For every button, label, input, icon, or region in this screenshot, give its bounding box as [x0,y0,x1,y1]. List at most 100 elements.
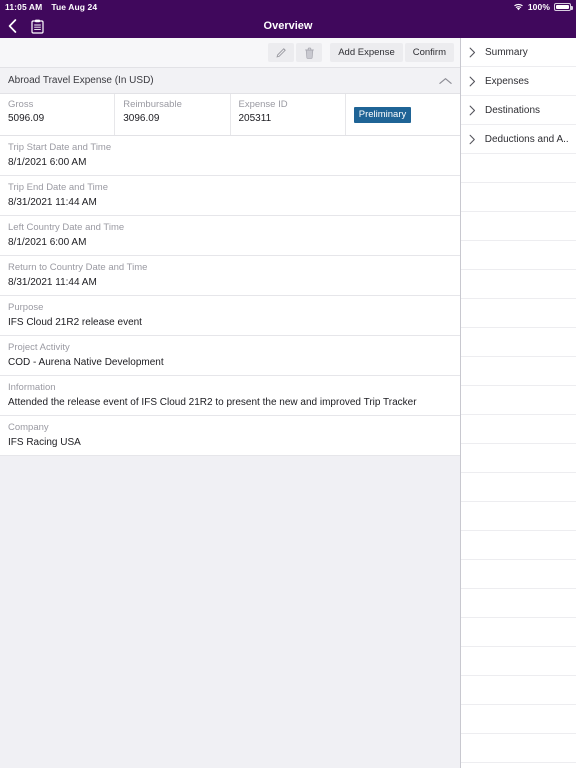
command-toolbar: Add Expense Confirm [0,38,460,68]
summary-value: 3096.09 [123,113,160,124]
field-label: Return to Country Date and Time [8,262,148,273]
status-bar-date: Tue Aug 24 [51,2,98,12]
field-purpose[interactable]: Purpose IFS Cloud 21R2 release event [0,296,460,336]
expense-card: Abroad Travel Expense (In USD) Gross 509… [0,68,460,456]
chevron-right-icon [469,105,476,115]
field-value: 8/31/2021 11:44 AM [8,197,97,208]
summary-cell-expense-id: Expense ID 205311 [231,94,346,135]
status-bar-time: 11:05 AM [5,2,43,12]
detail-sidebar: Summary Expenses Destinations Deductions… [461,38,576,768]
summary-cell-status: Preliminary [346,94,460,135]
sidebar-empty-row [461,473,576,502]
status-bar: 11:05 AM Tue Aug 24 100% [0,0,576,14]
expense-card-title: Abroad Travel Expense (In USD) [8,75,154,86]
field-value: 8/1/2021 6:00 AM [8,157,87,168]
sidebar-item-summary[interactable]: Summary [461,38,576,67]
sidebar-empty-row [461,386,576,415]
field-value: 8/31/2021 11:44 AM [8,277,97,288]
battery-full-icon [554,3,573,11]
sidebar-empty-row [461,241,576,270]
sidebar-empty-row [461,154,576,183]
nav-bar-left-actions [8,19,44,34]
add-expense-button[interactable]: Add Expense [330,43,403,62]
sidebar-item-expenses[interactable]: Expenses [461,67,576,96]
field-value: IFS Cloud 21R2 release event [8,317,142,328]
toolbar-button-group: Add Expense Confirm [330,43,454,62]
status-badge: Preliminary [353,106,412,123]
field-value: 8/1/2021 6:00 AM [8,237,87,248]
collapse-card-button[interactable] [439,77,452,85]
status-bar-indicators: 100% [513,2,573,12]
chevron-right-icon [469,134,475,144]
clipboard-list-icon [31,19,44,34]
sidebar-empty-row [461,270,576,299]
sidebar-empty-row [461,212,576,241]
summary-value: 5096.09 [8,113,45,124]
sidebar-item-label: Expenses [485,75,529,87]
sidebar-item-label: Deductions and A... [484,133,568,145]
sidebar-empty-row [461,560,576,589]
field-project-activity[interactable]: Project Activity COD - Aurena Native Dev… [0,336,460,376]
confirm-button[interactable]: Confirm [404,43,454,62]
field-label: Left Country Date and Time [8,222,125,233]
expense-card-header[interactable]: Abroad Travel Expense (In USD) [0,68,460,94]
page-title: Overview [263,20,313,32]
chevron-right-icon [469,47,476,57]
clipboard-button[interactable] [31,19,44,34]
delete-button[interactable] [296,43,323,62]
sidebar-item-label: Destinations [485,104,541,116]
chevron-up-icon [439,77,452,84]
trash-icon [304,47,314,59]
sidebar-item-deductions-and-allowances[interactable]: Deductions and A... [461,125,576,154]
field-value: Attended the release event of IFS Cloud … [8,397,417,408]
chevron-right-icon [469,76,476,86]
sidebar-empty-row [461,676,576,705]
summary-value: 205311 [238,113,272,124]
sidebar-empty-row [461,328,576,357]
sidebar-empty-row [461,183,576,212]
main-panel: Add Expense Confirm Abroad Travel Expens… [0,38,461,768]
sidebar-empty-row [461,415,576,444]
sidebar-empty-row [461,531,576,560]
nav-bar: Overview [0,14,576,38]
wifi-icon [513,3,523,11]
field-return-to-country[interactable]: Return to Country Date and Time 8/31/202… [0,256,460,296]
sidebar-item-destinations[interactable]: Destinations [461,96,576,125]
sidebar-empty-rows [461,154,576,763]
sidebar-empty-row [461,734,576,763]
field-trip-end[interactable]: Trip End Date and Time 8/31/2021 11:44 A… [0,176,460,216]
sidebar-empty-row [461,357,576,386]
sidebar-empty-row [461,299,576,328]
sidebar-empty-row [461,618,576,647]
field-value: COD - Aurena Native Development [8,357,164,368]
field-trip-start[interactable]: Trip Start Date and Time 8/1/2021 6:00 A… [0,136,460,176]
sidebar-empty-row [461,444,576,473]
toolbar-icon-group [268,43,323,62]
sidebar-empty-row [461,647,576,676]
app-root: 11:05 AM Tue Aug 24 100% Overview Add Ex… [0,0,576,768]
field-label: Company [8,422,49,433]
field-label: Purpose [8,302,44,313]
expense-summary-row: Gross 5096.09 Reimbursable 3096.09 Expen… [0,94,460,136]
pencil-icon [276,48,286,58]
field-label: Information [8,382,56,393]
main-panel-empty-space [0,456,460,768]
summary-label: Reimbursable [123,99,182,110]
field-company[interactable]: Company IFS Racing USA [0,416,460,456]
sidebar-empty-row [461,589,576,618]
summary-label: Gross [8,99,34,110]
chevron-left-icon [8,19,17,33]
field-information[interactable]: Information Attended the release event o… [0,376,460,416]
sidebar-empty-row [461,502,576,531]
field-left-country[interactable]: Left Country Date and Time 8/1/2021 6:00… [0,216,460,256]
field-label: Project Activity [8,342,70,353]
summary-label: Expense ID [238,99,288,110]
sidebar-empty-row [461,705,576,734]
content-area: Add Expense Confirm Abroad Travel Expens… [0,38,576,768]
edit-button[interactable] [268,43,295,62]
field-value: IFS Racing USA [8,437,81,448]
back-button[interactable] [8,19,17,33]
summary-cell-reimbursable: Reimbursable 3096.09 [115,94,231,135]
field-label: Trip End Date and Time [8,182,108,193]
sidebar-item-label: Summary [485,46,528,58]
